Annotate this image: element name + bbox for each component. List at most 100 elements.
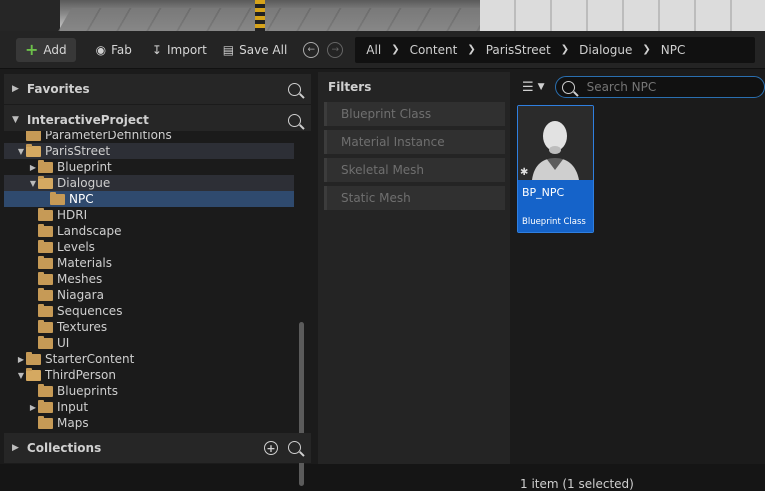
folder-icon — [38, 175, 53, 189]
tree-item[interactable]: Materials — [4, 255, 294, 271]
chevron-down-icon[interactable]: ▼ — [538, 82, 545, 92]
folder-icon — [38, 223, 53, 237]
chevron-down-icon[interactable]: ▼ — [16, 371, 26, 380]
tree-item[interactable]: Blueprints — [4, 383, 294, 399]
search-icon[interactable] — [288, 82, 301, 96]
tree-item[interactable]: Textures — [4, 319, 294, 335]
tree-item[interactable]: Landscape — [4, 223, 294, 239]
search-icon[interactable] — [288, 441, 301, 454]
tree-item-label: ParameterDefinitions — [45, 131, 172, 142]
tree-item-label: HDRI — [57, 208, 88, 222]
level-viewport-strip — [0, 0, 765, 31]
tree-item-label: UI — [57, 336, 70, 350]
chevron-right-icon[interactable]: ▶ — [12, 84, 19, 94]
folder-icon — [38, 271, 53, 285]
breadcrumb-item[interactable]: Dialogue — [574, 43, 637, 57]
favorites-header[interactable]: ▶ Favorites — [4, 74, 311, 104]
filter-item[interactable]: Blueprint Class — [324, 102, 505, 126]
breadcrumb-item[interactable]: NPC — [656, 43, 691, 57]
tree-item[interactable]: ParameterDefinitions — [4, 131, 294, 143]
folder-icon — [38, 159, 53, 173]
tree-item-label: Sequences — [57, 304, 123, 318]
tree-item[interactable]: Levels — [4, 239, 294, 255]
tree-item[interactable]: ▼ Dialogue — [4, 175, 294, 191]
tree-item-label: Materials — [57, 256, 113, 270]
asset-name: BP_NPC — [522, 186, 565, 199]
folder-tree: ParameterDefinitions ▼ ParisStreet ▶ Bluepri… — [4, 131, 311, 435]
sources-panel: ▶ Favorites ▼ InteractiveProject Paramet… — [0, 72, 313, 486]
save-icon: ▤ — [222, 42, 235, 57]
folder-icon — [26, 351, 41, 365]
folder-icon — [38, 287, 53, 301]
folder-icon — [50, 191, 65, 205]
back-icon[interactable]: ← — [303, 41, 320, 58]
tree-item[interactable]: Maps — [4, 415, 294, 431]
asset-view: ☰ ▼ ✱ BP_NPC Blueprint Class — [512, 72, 765, 491]
add-button[interactable]: + Add — [16, 37, 76, 62]
tree-item[interactable]: Meshes — [4, 271, 294, 287]
tree-item[interactable]: ▼ ParisStreet — [4, 143, 294, 159]
asset-search-bar: ☰ ▼ — [512, 72, 765, 102]
chevron-right-icon[interactable]: ❯ — [386, 44, 404, 55]
tree-item-label: Dialogue — [57, 176, 111, 190]
folder-icon — [38, 239, 53, 253]
status-text: 1 item (1 selected) — [520, 477, 634, 491]
asset-tile[interactable]: ✱ BP_NPC Blueprint Class — [517, 105, 594, 233]
tree-item[interactable]: UI — [4, 335, 294, 351]
filter-item[interactable]: Skeletal Mesh — [324, 158, 505, 182]
breadcrumb-item[interactable]: ParisStreet — [481, 43, 556, 57]
chevron-right-icon[interactable]: ▶ — [12, 443, 19, 453]
save-all-button[interactable]: ▤ Save All — [215, 38, 296, 62]
tree-item[interactable]: ▶ Input — [4, 399, 294, 415]
forward-icon[interactable]: → — [327, 41, 344, 58]
tree-item[interactable]: ▶ Blueprint — [4, 159, 294, 175]
chevron-right-icon[interactable]: ❯ — [637, 44, 655, 55]
folder-icon — [38, 207, 53, 221]
tree-item-label: ThirdPerson — [45, 368, 116, 382]
tree-item[interactable]: HDRI — [4, 207, 294, 223]
tree-item-label: Maps — [57, 416, 89, 430]
tree-item-label: Blueprints — [57, 384, 119, 398]
tree-item[interactable]: Niagara — [4, 287, 294, 303]
add-collection-icon[interactable]: + — [264, 441, 278, 455]
tree-item-label: ParisStreet — [45, 144, 111, 158]
chevron-down-icon[interactable]: ▼ — [12, 115, 19, 125]
breadcrumb-item[interactable]: All — [361, 43, 386, 57]
folder-icon — [38, 319, 53, 333]
chevron-right-icon[interactable]: ❯ — [556, 44, 574, 55]
chevron-down-icon[interactable]: ▼ — [16, 147, 26, 156]
chevron-right-icon[interactable]: ▶ — [28, 163, 38, 172]
search-box[interactable] — [554, 76, 765, 98]
fab-button[interactable]: ◉ Fab — [88, 38, 140, 62]
tree-item[interactable]: ▼ ThirdPerson — [4, 367, 294, 383]
import-button[interactable]: ↧ Import — [144, 38, 215, 62]
filters-title: Filters — [328, 80, 372, 94]
import-icon: ↧ — [151, 42, 162, 57]
tree-item[interactable]: NPC — [4, 191, 294, 207]
tree-item-label: Textures — [57, 320, 108, 334]
folder-icon — [38, 255, 53, 269]
asset-class: Blueprint Class — [522, 217, 586, 227]
search-input[interactable] — [584, 79, 759, 95]
tree-item-label: Landscape — [57, 224, 122, 238]
tree-item[interactable]: Sequences — [4, 303, 294, 319]
asset-label: BP_NPC Blueprint Class — [518, 180, 593, 232]
character-icon — [518, 106, 593, 180]
chevron-right-icon[interactable]: ▶ — [28, 403, 38, 412]
filter-icon[interactable]: ☰ — [522, 80, 534, 95]
folder-icon — [38, 303, 53, 317]
breadcrumb-item[interactable]: Content — [405, 43, 463, 57]
chevron-down-icon[interactable]: ▼ — [28, 179, 38, 188]
content-browser: + Add ◉ Fab ↧ Import ▤ Save All ← → All … — [0, 31, 765, 491]
tree-item[interactable]: ▶ StarterContent — [4, 351, 294, 367]
chevron-right-icon[interactable]: ▶ — [16, 355, 26, 364]
collections-header[interactable]: ▶ Collections + — [4, 433, 311, 463]
fab-icon: ◉ — [95, 42, 107, 57]
tree-item-label: NPC — [69, 192, 94, 206]
filter-item[interactable]: Static Mesh — [324, 186, 505, 210]
folder-icon — [38, 383, 53, 397]
filter-item[interactable]: Material Instance — [324, 130, 505, 154]
search-icon[interactable] — [288, 113, 301, 127]
folder-icon — [38, 335, 53, 349]
chevron-right-icon[interactable]: ❯ — [462, 44, 480, 55]
